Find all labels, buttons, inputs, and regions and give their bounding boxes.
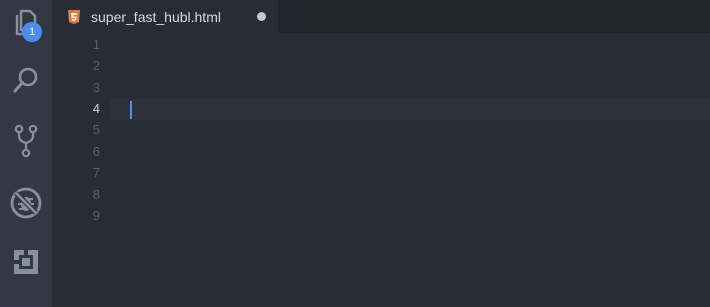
line-number: 5 bbox=[92, 122, 100, 137]
line-number: 7 bbox=[92, 165, 100, 180]
unsaved-dot-icon[interactable] bbox=[257, 12, 266, 21]
tab-bar: super_fast_hubl.html bbox=[52, 0, 710, 33]
no-bug-icon bbox=[10, 187, 42, 219]
search-icon bbox=[13, 67, 38, 93]
explorer-badge: 1 bbox=[22, 22, 42, 42]
tab-label: super_fast_hubl.html bbox=[91, 8, 221, 25]
line-number: 3 bbox=[92, 80, 100, 95]
line-number: 2 bbox=[92, 58, 100, 73]
tab-super-fast-hubl[interactable]: super_fast_hubl.html bbox=[52, 0, 278, 33]
extensions-button[interactable] bbox=[0, 240, 52, 284]
extensions-icon bbox=[14, 250, 38, 274]
source-control-button[interactable] bbox=[0, 119, 52, 163]
code-editor[interactable]: 1 2 3 4 5 6 7 8 9 bbox=[52, 33, 710, 307]
line-number-gutter: 1 2 3 4 5 6 7 8 9 bbox=[52, 33, 110, 307]
html5-icon bbox=[68, 9, 80, 24]
activity-bar: 1 bbox=[0, 0, 52, 307]
line-number: 6 bbox=[92, 144, 100, 159]
editor-window: 1 super_fast_hubl.html 1 2 3 4 5 6 7 8 9 bbox=[0, 0, 710, 307]
text-cursor bbox=[130, 101, 132, 119]
git-branch-icon bbox=[14, 124, 38, 158]
debug-button[interactable] bbox=[0, 181, 52, 225]
search-button[interactable] bbox=[0, 58, 52, 102]
line-number: 1 bbox=[92, 37, 100, 52]
explorer-button[interactable]: 1 bbox=[0, 0, 52, 44]
line-number: 8 bbox=[92, 187, 100, 202]
line-number: 9 bbox=[92, 208, 100, 223]
current-line-highlight bbox=[110, 99, 710, 120]
line-number-active: 4 bbox=[92, 101, 100, 116]
